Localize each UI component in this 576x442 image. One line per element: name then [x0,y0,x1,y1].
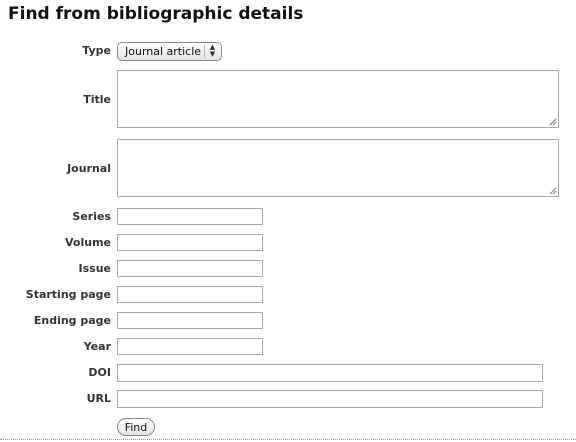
doi-input[interactable] [117,364,543,382]
resize-grip-icon[interactable] [549,187,557,195]
title-textarea[interactable] [117,70,559,128]
find-button[interactable]: Find [117,418,155,436]
url-input[interactable] [117,390,543,408]
volume-input[interactable] [117,234,263,251]
issue-input[interactable] [117,260,263,277]
issue-label: Issue [78,262,111,275]
year-input[interactable] [117,338,263,355]
type-select[interactable]: Journal article ▲ ▼ [117,42,222,61]
journal-label: Journal [67,162,111,175]
volume-label: Volume [65,236,111,249]
starting-page-label: Starting page [25,288,111,301]
resize-grip-icon[interactable] [549,118,557,126]
ending-page-input[interactable] [117,312,263,329]
form-heading: Find from bibliographic details [8,4,304,24]
title-label: Title [83,93,111,106]
type-select-value: Journal article [125,45,202,58]
url-label: URL [86,392,111,405]
up-down-chevron-icon: ▲ ▼ [209,43,216,58]
doi-label: DOI [88,366,111,379]
journal-textarea[interactable] [117,139,559,197]
ending-page-label: Ending page [33,314,111,327]
section-divider [0,439,576,440]
series-label: Series [72,210,111,223]
series-input[interactable] [117,208,263,225]
select-divider [204,45,205,58]
starting-page-input[interactable] [117,286,263,303]
type-label: Type [82,44,111,57]
year-label: Year [83,340,111,353]
